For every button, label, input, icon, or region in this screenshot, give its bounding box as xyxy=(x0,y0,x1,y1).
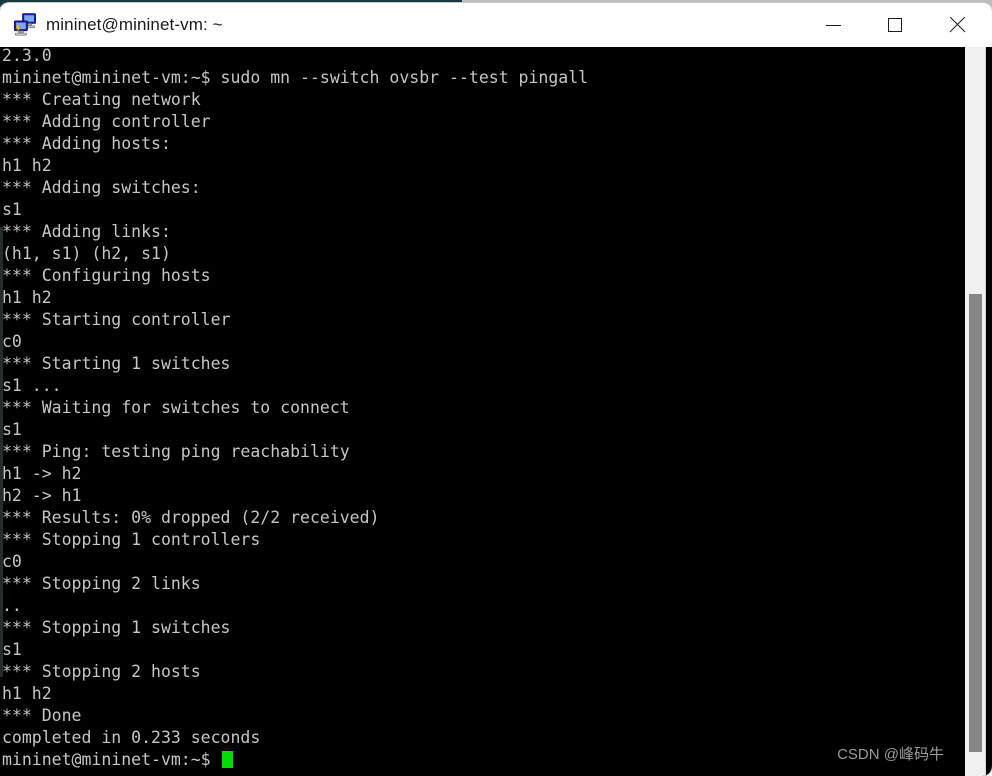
terminal-scrollbar[interactable] xyxy=(956,47,990,776)
terminal-line: mininet@mininet-vm:~$ sudo mn --switch o… xyxy=(2,68,589,87)
terminal-line: h1 -> h2 xyxy=(2,464,82,483)
terminal-line: h1 h2 xyxy=(2,684,52,703)
terminal-line: h1 h2 xyxy=(2,288,52,307)
terminal-line: .. xyxy=(2,596,22,615)
putty-terminal-icon xyxy=(14,13,36,36)
minimize-button[interactable] xyxy=(802,3,864,47)
terminal-line: h2 -> h1 xyxy=(2,486,82,505)
maximize-icon xyxy=(888,18,902,32)
terminal-line: *** Stopping 1 switches xyxy=(2,618,231,637)
terminal-line: s1 xyxy=(2,200,22,219)
terminal-line: *** Starting 1 switches xyxy=(2,354,231,373)
terminal-line: c0 xyxy=(2,552,22,571)
terminal-cursor xyxy=(221,751,233,768)
terminal-prompt-line[interactable]: mininet@mininet-vm:~$ xyxy=(2,749,956,771)
terminal-line: *** Results: 0% dropped (2/2 received) xyxy=(2,508,380,527)
terminal-output: 2.3.0 mininet@mininet-vm:~$ sudo mn --swi… xyxy=(2,47,956,771)
terminal-line: *** Stopping 2 hosts xyxy=(2,662,201,681)
terminal-prompt: mininet@mininet-vm:~$ xyxy=(2,750,221,769)
terminal-line: h1 h2 xyxy=(2,156,52,175)
window-controls xyxy=(802,3,992,47)
close-button[interactable] xyxy=(926,3,988,47)
title-bar[interactable]: mininet@mininet-vm: ~ xyxy=(0,3,992,47)
terminal-line: *** Ping: testing ping reachability xyxy=(2,442,350,461)
terminal-line: *** Adding hosts: xyxy=(2,134,171,153)
terminal-window: mininet@mininet-vm: ~ 2.3.0 mininet@minin… xyxy=(0,3,992,776)
terminal-line: *** Configuring hosts xyxy=(2,266,211,285)
terminal-line: *** Stopping 1 controllers xyxy=(2,530,261,549)
close-icon xyxy=(948,16,966,34)
terminal-area[interactable]: 2.3.0 mininet@mininet-vm:~$ sudo mn --swi… xyxy=(0,47,992,776)
terminal-line: s1 xyxy=(2,420,22,439)
window-title: mininet@mininet-vm: ~ xyxy=(46,15,223,34)
terminal-line: *** Adding links: xyxy=(2,222,171,241)
terminal-line: (h1, s1) (h2, s1) xyxy=(2,244,171,263)
scrollbar-thumb[interactable] xyxy=(969,294,982,752)
minimize-icon xyxy=(825,24,841,26)
terminal-line: *** Done xyxy=(2,706,82,725)
terminal-line: *** Stopping 2 links xyxy=(2,574,201,593)
terminal-line: 2.3.0 xyxy=(2,47,52,65)
terminal-screen[interactable]: 2.3.0 mininet@mininet-vm:~$ sudo mn --swi… xyxy=(0,47,956,776)
terminal-line: s1 xyxy=(2,640,22,659)
terminal-line: *** Starting controller xyxy=(2,310,231,329)
terminal-line: c0 xyxy=(2,332,22,351)
terminal-line: *** Waiting for switches to connect xyxy=(2,398,350,417)
screenshot-root: mininet@mininet-vm: ~ 2.3.0 mininet@minin… xyxy=(0,0,992,776)
terminal-line: completed in 0.233 seconds xyxy=(2,728,261,747)
terminal-line: s1 ... xyxy=(2,376,62,395)
terminal-line: *** Adding controller xyxy=(2,112,211,131)
terminal-line: *** Creating network xyxy=(2,90,201,109)
terminal-line: *** Adding switches: xyxy=(2,178,201,197)
maximize-button[interactable] xyxy=(864,3,926,47)
